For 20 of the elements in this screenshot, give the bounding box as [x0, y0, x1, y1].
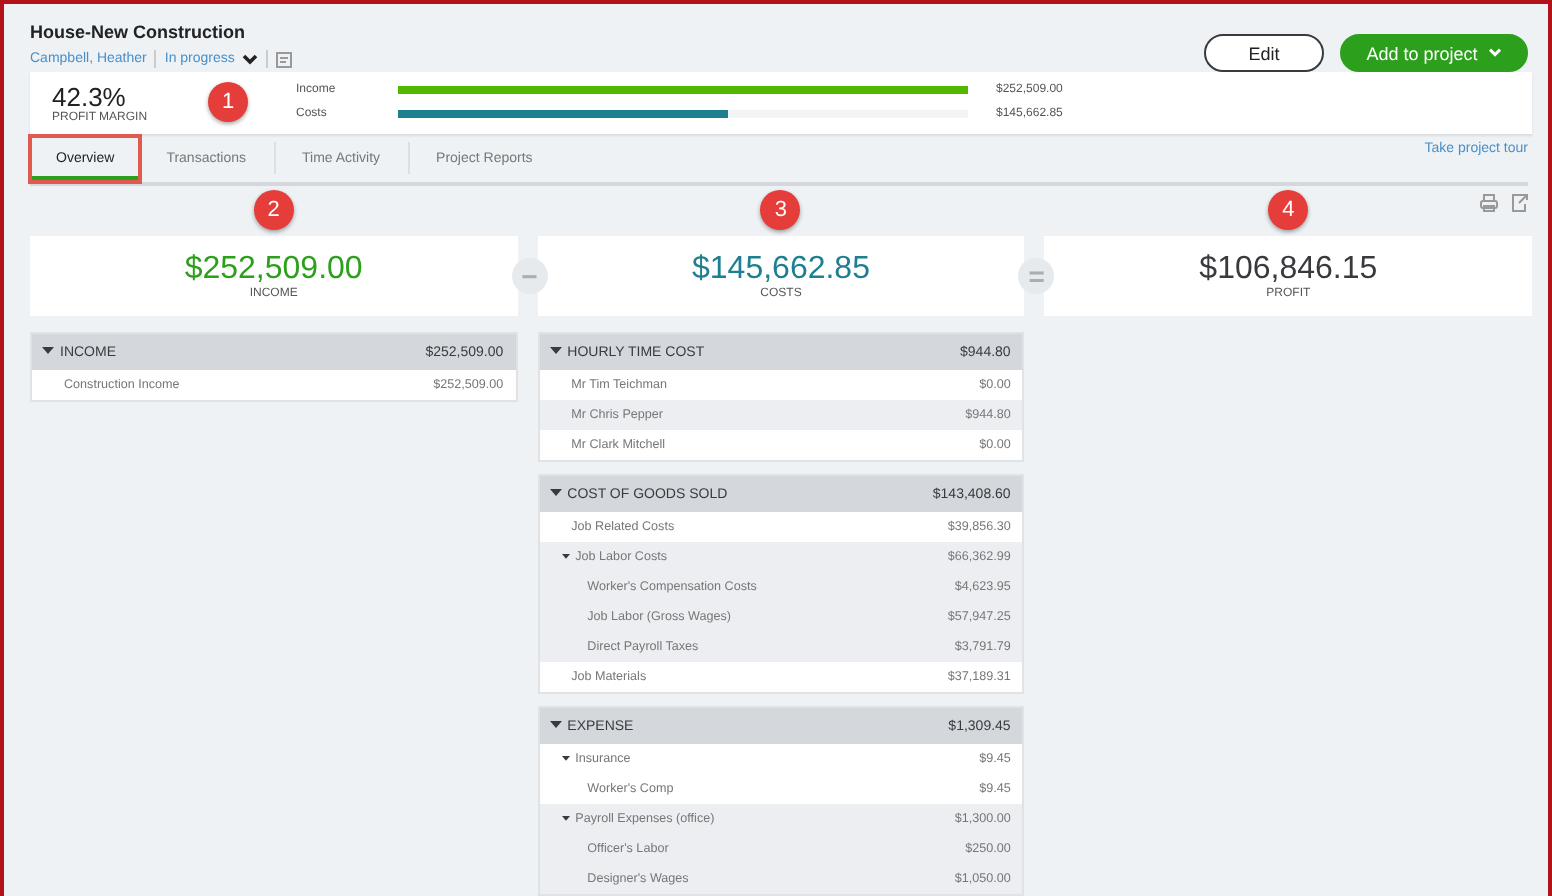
caret-icon[interactable]	[561, 814, 570, 822]
total-amount: $145,662.85	[692, 252, 870, 287]
caret-icon[interactable]	[549, 344, 562, 356]
caret-icon[interactable]	[549, 486, 562, 498]
caret-icon[interactable]	[561, 552, 570, 560]
project-title: House-New Construction	[30, 22, 248, 42]
callout-badge: 3	[760, 190, 801, 230]
add-to-project-button[interactable]: Add to project	[1340, 34, 1528, 72]
profit-margin: 42.3%	[52, 81, 126, 112]
total-amount: $106,846.15	[1199, 252, 1378, 287]
chevron-down-icon[interactable]	[242, 53, 259, 65]
callout-badge: 4	[1268, 190, 1309, 230]
callout-badge: 1	[208, 82, 248, 123]
caret-icon[interactable]	[42, 344, 54, 356]
edit-button[interactable]: Edit	[1204, 34, 1324, 72]
caret-icon[interactable]	[549, 718, 562, 730]
chevron-down-icon	[1487, 48, 1502, 58]
callout-badge: 2	[253, 190, 294, 230]
total-amount: $252,509.00	[184, 252, 363, 287]
caret-icon[interactable]	[561, 754, 570, 762]
